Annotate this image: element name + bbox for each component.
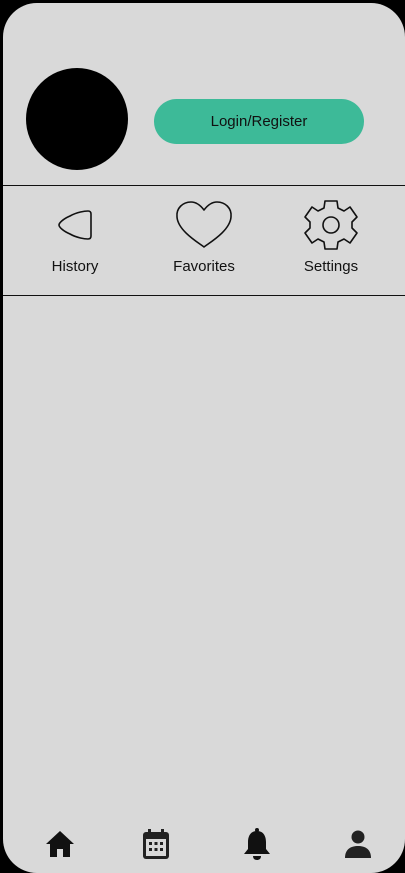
nav-calendar-button[interactable]: [136, 826, 176, 866]
avatar[interactable]: [26, 68, 128, 170]
nav-home-button[interactable]: [40, 826, 80, 866]
heart-icon: [174, 198, 234, 252]
bottom-navigation: [3, 818, 405, 868]
nav-profile-button[interactable]: [338, 826, 378, 866]
history-label: History: [51, 258, 99, 275]
profile-screen: Login/Register History Favorites Setting…: [3, 3, 405, 873]
section-divider-top: [3, 185, 405, 186]
bell-icon: [242, 827, 272, 866]
settings-label: Settings: [303, 258, 359, 275]
nav-notifications-button[interactable]: [237, 826, 277, 866]
section-divider-bottom: [3, 295, 405, 296]
login-register-button[interactable]: Login/Register: [154, 99, 364, 144]
profile-icon: [344, 829, 372, 864]
history-icon: [45, 198, 105, 252]
settings-item[interactable]: Settings: [281, 198, 381, 278]
calendar-icon: [141, 828, 171, 865]
favorites-item[interactable]: Favorites: [154, 198, 254, 278]
home-icon: [45, 830, 75, 863]
history-item[interactable]: History: [25, 198, 125, 278]
favorites-label: Favorites: [173, 258, 235, 275]
gear-icon: [301, 198, 361, 252]
